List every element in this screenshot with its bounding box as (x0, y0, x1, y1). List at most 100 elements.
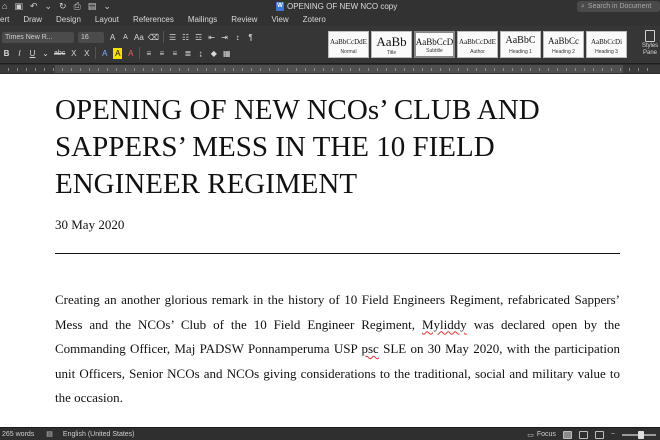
document-title[interactable]: OPENING OF NEW NCOs’ CLUB AND SAPPERS’ M… (55, 92, 623, 203)
search-icon: ⌕ (581, 2, 585, 10)
shading-icon[interactable]: ◆ (209, 48, 218, 59)
clear-formatting-icon[interactable]: ⌫ (148, 32, 159, 43)
print-icon[interactable]: ⎙ (74, 1, 81, 12)
styles-gallery: AaBbCcDdE Normal AaBb Title AaBbCcD Subt… (328, 31, 627, 58)
tab-mailings[interactable]: Mailings (181, 15, 224, 24)
multilevel-list-icon[interactable]: ☲ (194, 32, 203, 43)
ruler-tick (458, 68, 459, 71)
text-effects-button[interactable]: A (100, 48, 109, 59)
ruler-tick (125, 68, 126, 71)
font-color-button[interactable]: A (126, 48, 135, 59)
italic-button[interactable]: I (15, 48, 24, 59)
ruler-tick (494, 68, 495, 71)
highlight-button[interactable]: A (113, 47, 123, 59)
borders-icon[interactable]: ▦ (222, 48, 231, 59)
word-count[interactable]: 265 words (0, 431, 34, 438)
redo-icon[interactable]: ↻ (59, 1, 67, 12)
change-case-button[interactable]: Aa (134, 32, 144, 43)
ruler-tick (449, 68, 450, 71)
tab-review[interactable]: Review (224, 15, 264, 24)
increase-indent-icon[interactable]: ⇥ (220, 32, 229, 43)
style-heading-1[interactable]: AaBbC Heading 1 (500, 31, 541, 58)
superscript-button[interactable]: X (82, 48, 91, 59)
strikethrough-button[interactable]: abc (54, 48, 65, 59)
ruler-tick (503, 68, 504, 71)
focus-icon: ▭ (527, 431, 534, 439)
sort-icon[interactable]: ↕ (233, 32, 242, 43)
tab-references[interactable]: References (126, 15, 181, 24)
tab-zotero[interactable]: Zotero (296, 15, 333, 24)
ruler-tick (71, 68, 72, 71)
misspelled-word[interactable]: Myliddy (422, 317, 467, 332)
document-page[interactable]: OPENING OF NEW NCOs’ CLUB AND SAPPERS’ M… (0, 74, 660, 427)
justify-icon[interactable]: ≣ (183, 48, 192, 59)
decrease-indent-icon[interactable]: ⇤ (207, 32, 216, 43)
outline-view-icon[interactable] (594, 430, 604, 439)
style-heading-3[interactable]: AaBbCcDi Heading 3 (586, 31, 627, 58)
styles-pane-button[interactable]: Styles Pane (640, 30, 660, 57)
style-normal[interactable]: AaBbCcDdE Normal (328, 31, 369, 58)
zoom-slider[interactable] (622, 430, 656, 439)
align-left-icon[interactable]: ≡ (144, 48, 153, 59)
shrink-font-button[interactable]: A (121, 32, 130, 43)
subscript-button[interactable]: X (69, 48, 78, 59)
ruler-tick (314, 68, 315, 71)
misspelled-word[interactable]: psc (361, 341, 378, 356)
zoom-slider-handle[interactable] (638, 430, 644, 439)
zoom-out-icon[interactable]: − (611, 431, 615, 438)
horizontal-ruler[interactable] (0, 64, 660, 74)
ruler-tick (215, 68, 216, 71)
focus-mode-button[interactable]: ▭ Focus (527, 431, 556, 439)
style-author[interactable]: AaBbCcDdE Author (457, 31, 498, 58)
home-icon[interactable]: ⌂ (2, 1, 7, 11)
ruler-tick (89, 68, 90, 71)
web-layout-view-icon[interactable] (578, 430, 588, 439)
save-icon[interactable]: ▣ (14, 1, 23, 12)
bold-button[interactable]: B (2, 48, 11, 59)
ruler-tick (170, 68, 171, 71)
underline-dropdown-icon[interactable]: ⌄ (41, 48, 50, 59)
divider (139, 47, 141, 59)
style-title[interactable]: AaBb Title (371, 31, 412, 58)
align-center-icon[interactable]: ≡ (157, 48, 166, 59)
proofing-icon[interactable]: ▤ (46, 430, 53, 438)
document-date[interactable]: 30 May 2020 (55, 217, 124, 233)
print-layout-view-icon[interactable] (562, 430, 572, 439)
style-subtitle[interactable]: AaBbCcD Subtitle (414, 31, 455, 58)
search-in-document[interactable]: ⌕ Search in Document (577, 1, 660, 12)
numbering-icon[interactable]: ☷ (181, 32, 190, 43)
divider (163, 31, 165, 43)
dropdown-icon[interactable]: ⌄ (45, 1, 53, 12)
ruler-tick (224, 68, 225, 71)
ruler-tick (467, 68, 468, 71)
divider (95, 47, 97, 59)
tab-insert[interactable]: ert (0, 15, 16, 24)
bullets-icon[interactable]: ☰ (168, 32, 177, 43)
ruler-tick (539, 68, 540, 71)
paragraph-marks-icon[interactable]: ¶ (246, 32, 255, 43)
document-body-paragraph[interactable]: Creating an another glorious remark in t… (55, 288, 620, 411)
style-name: Author (470, 49, 485, 55)
language-indicator[interactable]: English (United States) (63, 431, 135, 438)
style-heading-2[interactable]: AaBbCc Heading 2 (543, 31, 584, 58)
tab-layout[interactable]: Layout (88, 15, 126, 24)
format-painter-icon[interactable]: ▤ (88, 1, 97, 12)
undo-icon[interactable]: ↶ (30, 1, 38, 12)
ruler-tick (152, 68, 153, 71)
quick-access-toolbar: ⌂ ▣ ↶ ⌄ ↻ ⎙ ▤ ⌄ (0, 1, 111, 12)
font-name-select[interactable]: Times New R... (2, 31, 74, 43)
ruler-tick (269, 68, 270, 71)
line-spacing-icon[interactable]: ↨ (196, 48, 205, 59)
underline-button[interactable]: U (28, 48, 37, 59)
tab-draw[interactable]: Draw (16, 15, 49, 24)
grow-font-button[interactable]: A (108, 32, 117, 43)
style-sample: AaBbCc (548, 36, 579, 46)
font-size-select[interactable]: 16 (78, 31, 104, 43)
window-title-text: OPENING OF NEW NCO copy (287, 1, 398, 11)
align-right-icon[interactable]: ≡ (170, 48, 179, 59)
ruler-tick (404, 68, 405, 71)
style-name: Title (386, 50, 397, 56)
tab-design[interactable]: Design (49, 15, 88, 24)
tab-view[interactable]: View (264, 15, 295, 24)
customize-toolbar-icon[interactable]: ⌄ (103, 1, 111, 12)
